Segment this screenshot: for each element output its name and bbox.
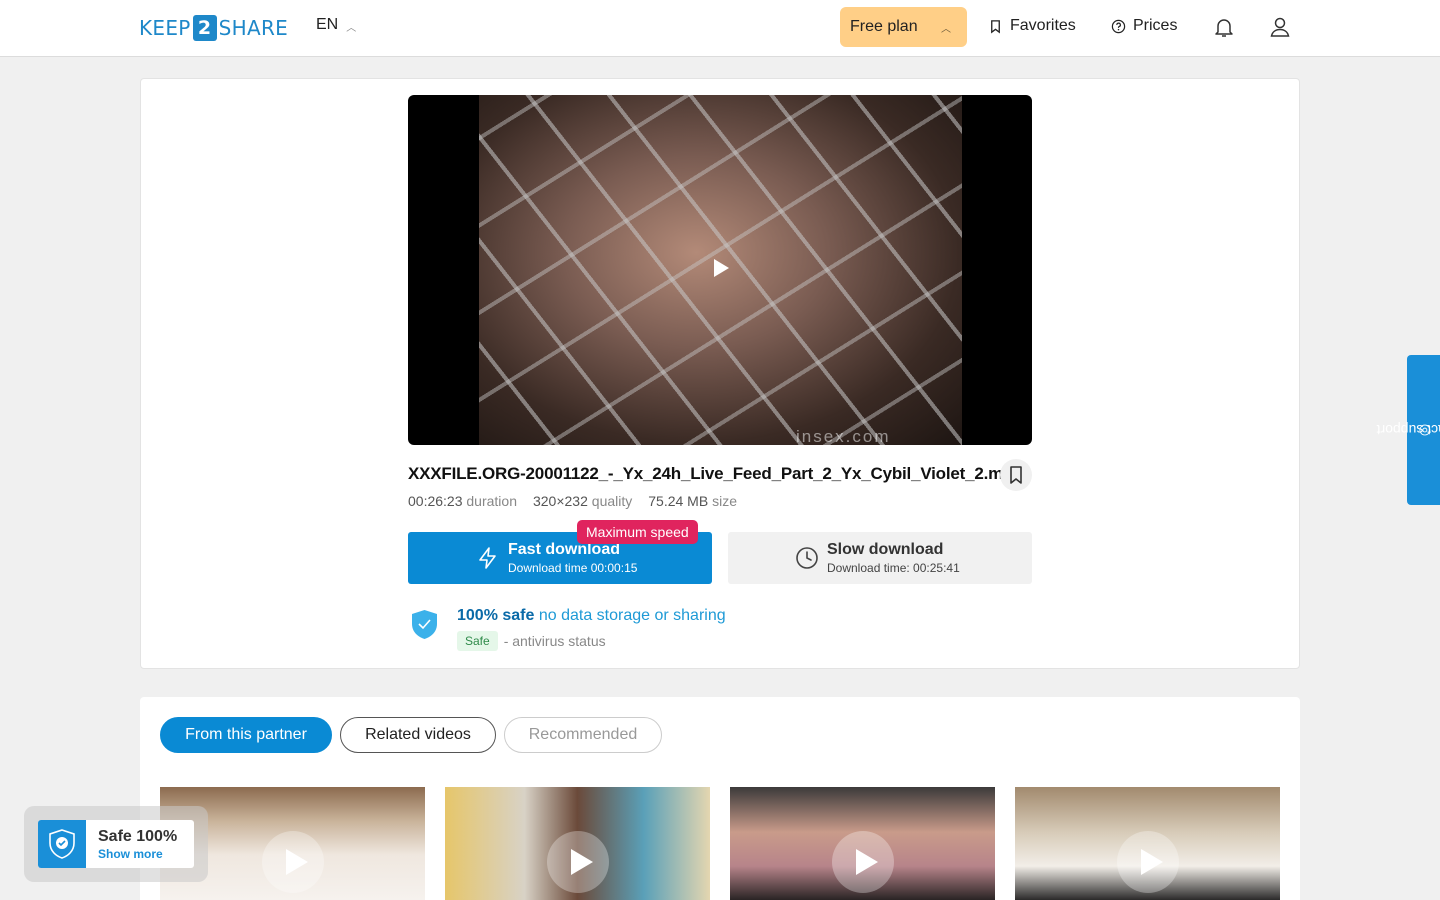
bell-icon[interactable]: [1212, 15, 1236, 39]
shield-check-icon: [412, 610, 437, 639]
safe-text: no data storage or sharing: [538, 607, 726, 624]
slow-download-button[interactable]: Slow download Download time: 00:25:41: [728, 532, 1032, 584]
logo-badge: 2: [192, 15, 217, 41]
play-icon[interactable]: [262, 831, 324, 893]
size-label: size: [712, 493, 737, 509]
keep2share-logo[interactable]: KEEP 2 SHARE: [139, 14, 288, 42]
bookmark-icon: [991, 19, 1000, 33]
antivirus-status: Safe - antivirus status: [457, 631, 606, 651]
favorites-label: Favorites: [1010, 17, 1076, 34]
shield-check-icon: [49, 829, 75, 859]
size-value: 75.24 MB: [648, 493, 709, 509]
max-speed-badge: Maximum speed: [577, 520, 698, 544]
show-more-link[interactable]: Show more: [98, 847, 163, 861]
duration-value: 00:26:23: [408, 493, 463, 509]
quality-value: 320×232: [532, 493, 588, 509]
plan-label: Free plan: [850, 18, 918, 35]
lightning-icon: [479, 547, 496, 569]
file-name: XXXFILE.ORG-20001122_-_Yx_24h_Live_Feed_…: [408, 464, 1023, 483]
slow-download-time: Download time: 00:25:41: [827, 561, 960, 575]
safe-widget-card: Safe 100% Show more: [38, 820, 194, 868]
quality-label: quality: [591, 493, 633, 509]
video-watermark: insex.com: [796, 427, 891, 445]
bookmark-icon: [1010, 466, 1022, 484]
language-label: EN: [316, 16, 339, 33]
free-plan-button[interactable]: Free plan ︿: [840, 7, 967, 47]
top-header: KEEP 2 SHARE EN ︿ Free plan ︿ Favorites Pr…: [0, 0, 1440, 57]
fast-download-time: Download time 00:00:15: [508, 561, 638, 575]
shield-icon: [38, 820, 86, 868]
contact-support-button[interactable]: ◎ contact support: [1376, 355, 1440, 505]
chevron-up-icon: ︿: [346, 22, 357, 34]
user-icon[interactable]: [1268, 15, 1292, 39]
language-selector[interactable]: EN ︿: [316, 16, 356, 34]
file-meta: 00:26:23 duration 320×232 quality 75.24 …: [408, 493, 737, 509]
clock-icon: [796, 547, 818, 569]
duration-label: duration: [466, 493, 517, 509]
safe-widget-title: Safe 100%: [98, 828, 178, 845]
favorites-link[interactable]: Favorites: [988, 17, 1076, 35]
prices-label: Prices: [1133, 17, 1178, 34]
tab-recommended[interactable]: Recommended: [504, 717, 662, 753]
logo-text-right: SHARE: [218, 16, 289, 40]
logo-text-left: KEEP: [139, 16, 191, 40]
safety-statement: 100% safe no data storage or sharing: [457, 607, 726, 625]
chevron-up-icon: ︿: [941, 24, 951, 35]
contact-support-text: contact support: [1375, 422, 1440, 438]
video-thumbnail[interactable]: [1015, 787, 1280, 900]
safe-widget[interactable]: Safe 100% Show more: [24, 806, 208, 882]
duration-meta: 00:26:23 duration: [408, 493, 517, 509]
safe-bold: 100% safe: [457, 607, 535, 624]
video-player[interactable]: insex.com: [408, 95, 1032, 445]
tab-from-this-partner[interactable]: From this partner: [160, 717, 332, 753]
slow-download-title: Slow download: [827, 541, 944, 558]
play-icon[interactable]: [714, 259, 729, 277]
contact-support-label: ◎ contact support: [1376, 422, 1440, 438]
prices-link[interactable]: Prices: [1111, 17, 1177, 35]
antivirus-badge: Safe: [457, 631, 498, 651]
video-thumbnail[interactable]: [445, 787, 710, 900]
video-thumbnail[interactable]: [730, 787, 995, 900]
play-icon[interactable]: [832, 831, 894, 893]
size-meta: 75.24 MB size: [648, 493, 737, 509]
tab-related-videos[interactable]: Related videos: [340, 717, 496, 753]
play-icon[interactable]: [547, 831, 609, 893]
quality-meta: 320×232 quality: [533, 493, 632, 509]
help-circle-icon: [1111, 19, 1126, 33]
antivirus-text: - antivirus status: [503, 633, 606, 649]
play-icon[interactable]: [1117, 831, 1179, 893]
add-favorite-button[interactable]: [1000, 459, 1032, 491]
